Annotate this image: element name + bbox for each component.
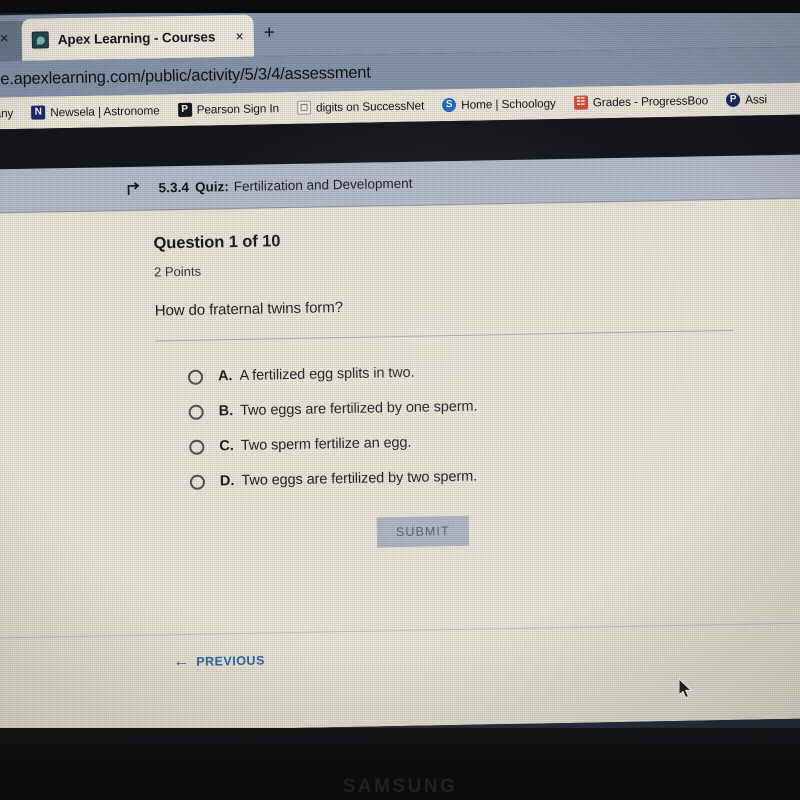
bookmark-pearson[interactable]: P Pearson Sign In <box>168 101 288 118</box>
bookmark-schoology[interactable]: S Home | Schoology <box>433 96 565 113</box>
monitor-brand-logo: SAMSUNG <box>342 776 458 797</box>
option-text: Two eggs are fertilized by one sperm. <box>240 398 478 419</box>
previous-button[interactable]: ← PREVIOUS <box>173 652 265 671</box>
bookmark-label: Grades - ProgressBoo <box>592 93 709 110</box>
new-tab-button[interactable]: + <box>264 22 276 44</box>
previous-label: PREVIOUS <box>196 653 265 669</box>
answer-option-a[interactable]: A. A fertilized egg splits in two. <box>187 358 756 385</box>
bookmark-successnet[interactable]: ☐ digits on SuccessNet <box>288 98 433 115</box>
apex-favicon-icon <box>31 30 49 49</box>
quiz-label: Quiz: <box>194 179 229 195</box>
radio-button-d[interactable] <box>189 474 206 490</box>
option-text: Two eggs are fertilized by two sperm. <box>241 468 478 489</box>
answer-option-c[interactable]: C. Two sperm fertilize an egg. <box>189 428 757 455</box>
bookmark-partial[interactable]: 't see any <box>0 106 22 121</box>
answer-option-b[interactable]: B. Two eggs are fertilized by one sperm. <box>188 393 757 420</box>
monitor-photo: × Apex Learning - Courses × + /course.ap… <box>0 0 800 800</box>
bookmark-label: 't see any <box>0 106 14 121</box>
document-icon: ☐ <box>296 100 312 115</box>
progressbook-icon: ☷ <box>573 95 588 110</box>
bookmark-assignments[interactable]: P Assi <box>717 92 776 107</box>
bookmark-label: digits on SuccessNet <box>315 98 425 115</box>
bookmark-label: Newsela | Astronome <box>50 103 160 120</box>
bookmark-label: Home | Schoology <box>461 96 556 112</box>
quiz-page: Question 1 of 10 2 Points How do fratern… <box>0 197 800 735</box>
bookmark-label: Assi <box>744 92 768 107</box>
monitor-bezel-top <box>0 0 800 13</box>
option-letter: D. <box>219 473 235 490</box>
option-text: A fertilized egg splits in two. <box>239 364 415 384</box>
submit-button[interactable]: SUBMIT <box>376 515 470 548</box>
tab-title: Apex Learning - Courses <box>57 28 216 47</box>
radio-button-b[interactable] <box>188 404 204 420</box>
pearson-icon: P <box>177 102 192 118</box>
quiz-code: 5.3.4 <box>158 179 190 196</box>
tab-close-icon[interactable]: × <box>235 28 245 44</box>
bookmark-progressbook[interactable]: ☷ Grades - ProgressBoo <box>565 93 718 110</box>
schoology-icon: S <box>442 97 457 113</box>
question-block: Question 1 of 10 2 Points How do fratern… <box>153 224 758 510</box>
back-arrow-icon[interactable] <box>124 180 142 196</box>
option-letter: A. <box>217 368 233 385</box>
close-icon[interactable]: × <box>0 30 9 47</box>
radio-button-a[interactable] <box>187 369 204 385</box>
bookmark-newsela[interactable]: N Newsela | Astronome <box>22 103 169 120</box>
quiz-title: Fertilization and Development <box>233 175 413 195</box>
question-number: Question 1 of 10 <box>153 232 281 253</box>
browser-tab-apex[interactable]: Apex Learning - Courses × <box>21 14 255 61</box>
answer-options-list: A. A fertilized egg splits in two. B. Tw… <box>156 358 758 490</box>
screen-area: × Apex Learning - Courses × + /course.ap… <box>0 0 800 762</box>
assignments-icon: P <box>725 92 741 107</box>
option-letter: B. <box>218 403 234 420</box>
question-divider <box>155 329 734 342</box>
radio-button-c[interactable] <box>189 439 205 455</box>
question-points: 2 Points <box>153 263 202 280</box>
footer-divider <box>0 621 800 640</box>
question-prompt: How do fraternal twins form? <box>154 299 344 320</box>
newsela-icon: N <box>31 105 46 120</box>
option-letter: C. <box>219 438 234 455</box>
bookmark-label: Pearson Sign In <box>196 101 280 117</box>
arrow-left-icon: ← <box>173 652 190 671</box>
option-text: Two sperm fertilize an egg. <box>240 434 412 454</box>
url-text: /course.apexlearning.com/public/activity… <box>0 62 371 89</box>
answer-option-d[interactable]: D. Two eggs are fertilized by two sperm. <box>189 463 758 490</box>
